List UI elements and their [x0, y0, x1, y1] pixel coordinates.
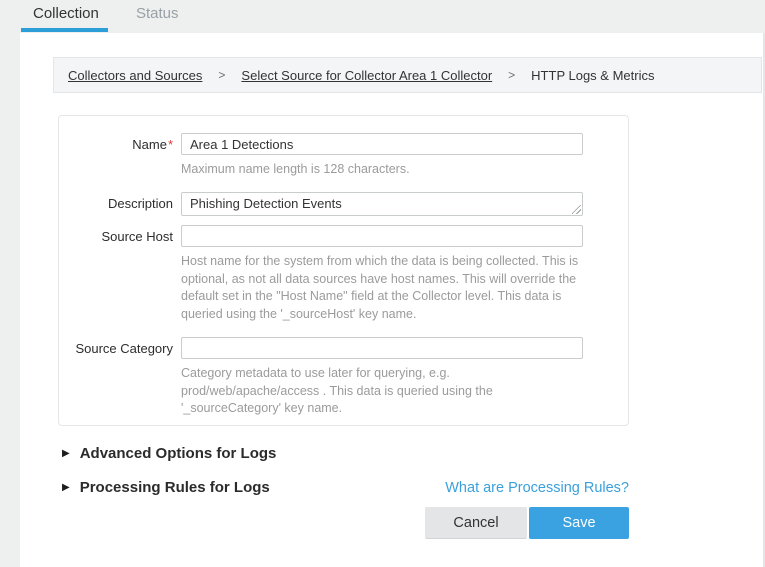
expand-triangle-icon: ▶	[62, 449, 70, 459]
advanced-options-section: ▶ Advanced Options for Logs	[62, 445, 629, 462]
action-buttons-row: Cancel Save	[58, 507, 629, 539]
name-helper-text: Maximum name length is 128 characters.	[181, 161, 585, 179]
advanced-options-toggle[interactable]: ▶ Advanced Options for Logs	[62, 445, 276, 462]
processing-rules-title: Processing Rules for Logs	[80, 479, 270, 496]
source-host-helper-text: Host name for the system from which the …	[181, 253, 585, 324]
active-tab-underline	[21, 28, 108, 32]
processing-rules-section: ▶ Processing Rules for Logs What are Pro…	[62, 479, 629, 496]
save-button[interactable]: Save	[529, 507, 629, 539]
expand-triangle-icon: ▶	[62, 483, 70, 493]
textarea-resize-handle[interactable]	[572, 205, 581, 214]
source-host-row: Source Host Host name for the system fro…	[59, 225, 628, 337]
name-label: Name*	[59, 133, 173, 192]
content-panel: Collectors and Sources > Select Source f…	[20, 33, 765, 567]
required-asterisk: *	[168, 137, 173, 152]
tab-collection[interactable]: Collection	[33, 5, 99, 22]
processing-rules-toggle[interactable]: ▶ Processing Rules for Logs	[62, 479, 270, 496]
description-textarea[interactable]: Phishing Detection Events	[181, 192, 583, 216]
breadcrumb-separator: >	[508, 68, 515, 82]
tab-status[interactable]: Status	[136, 5, 179, 22]
source-host-input[interactable]	[181, 225, 583, 247]
source-config-card: Name* Maximum name length is 128 charact…	[58, 115, 629, 426]
tab-bar: Collection Status	[0, 0, 765, 33]
description-row: Description Phishing Detection Events	[59, 192, 628, 216]
name-input[interactable]	[181, 133, 583, 155]
source-category-input[interactable]	[181, 337, 583, 359]
source-category-row: Source Category Category metadata to use…	[59, 337, 628, 418]
name-row: Name* Maximum name length is 128 charact…	[59, 133, 628, 192]
breadcrumb-current-page: HTTP Logs & Metrics	[531, 68, 654, 83]
breadcrumb-collectors-and-sources[interactable]: Collectors and Sources	[68, 68, 202, 83]
advanced-options-title: Advanced Options for Logs	[80, 445, 277, 462]
source-host-label: Source Host	[59, 225, 173, 337]
source-category-label: Source Category	[59, 337, 173, 418]
cancel-button[interactable]: Cancel	[425, 507, 527, 539]
breadcrumb: Collectors and Sources > Select Source f…	[53, 57, 762, 93]
what-are-processing-rules-link[interactable]: What are Processing Rules?	[445, 480, 629, 496]
source-category-helper-text: Category metadata to use later for query…	[181, 365, 585, 418]
breadcrumb-select-source[interactable]: Select Source for Collector Area 1 Colle…	[241, 68, 492, 83]
breadcrumb-separator: >	[218, 68, 225, 82]
description-label: Description	[59, 192, 173, 216]
